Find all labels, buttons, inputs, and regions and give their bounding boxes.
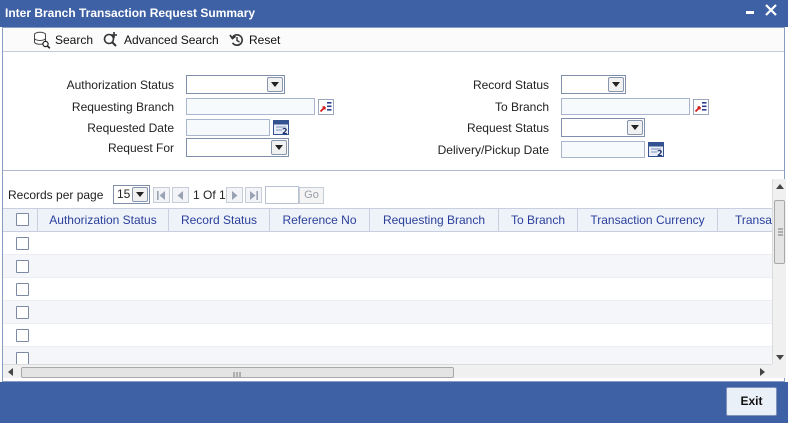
first-page-icon	[157, 191, 165, 200]
chevron-down-icon	[267, 77, 283, 92]
scroll-down-icon[interactable]	[776, 355, 784, 360]
requesting-branch-label: Requesting Branch	[71, 100, 174, 114]
chevron-down-icon	[608, 77, 624, 92]
reset-button[interactable]: Reset	[229, 31, 280, 49]
scrollbar-corner	[772, 364, 786, 378]
chevron-down-icon	[132, 187, 148, 202]
exit-button[interactable]: Exit	[726, 387, 777, 416]
chevron-down-icon	[627, 120, 643, 135]
scroll-right-icon[interactable]	[760, 368, 765, 376]
results-grid: Authorization Status Record Status Refer…	[3, 208, 772, 364]
to-branch-input[interactable]	[561, 98, 690, 115]
advanced-search-icon	[103, 32, 117, 47]
svg-text:2: 2	[282, 127, 288, 136]
table-row[interactable]	[3, 232, 772, 255]
delivery-pickup-date-calendar-icon[interactable]: 2	[648, 141, 665, 158]
table-row[interactable]	[3, 278, 772, 301]
requested-date-input[interactable]	[186, 119, 270, 136]
column-header-authorization-status[interactable]: Authorization Status	[38, 209, 169, 231]
row-checkbox[interactable]	[16, 237, 29, 250]
records-per-page-select[interactable]: 15	[113, 185, 150, 204]
row-checkbox[interactable]	[16, 329, 29, 342]
reset-icon	[229, 34, 243, 47]
reset-label: Reset	[249, 33, 281, 47]
delivery-pickup-date-label: Delivery/Pickup Date	[437, 143, 549, 157]
record-status-label: Record Status	[472, 78, 549, 92]
main-panel: Search Advanced Search Reset Authorizati…	[2, 27, 786, 382]
minimize-icon[interactable]	[741, 3, 759, 20]
select-all-checkbox[interactable]	[16, 213, 29, 226]
request-status-select[interactable]	[561, 118, 645, 137]
requested-date-label: Requested Date	[87, 121, 174, 135]
advanced-search-button[interactable]: Advanced Search	[102, 31, 219, 49]
next-page-icon	[232, 191, 238, 200]
page-info: 1 Of 1	[193, 188, 226, 202]
row-checkbox[interactable]	[16, 352, 29, 364]
delivery-pickup-date-input[interactable]	[561, 141, 645, 158]
footer-bar: Exit	[0, 382, 788, 423]
chevron-down-icon	[271, 140, 287, 155]
database-search-icon	[34, 31, 51, 49]
vertical-scrollbar[interactable]	[772, 179, 786, 364]
horizontal-scrollbar[interactable]	[3, 364, 772, 378]
horizontal-scroll-thumb[interactable]	[21, 367, 454, 378]
toolbar: Search Advanced Search Reset	[3, 28, 784, 52]
table-row[interactable]	[3, 324, 772, 347]
column-header-transaction-truncated[interactable]: Transa	[718, 209, 772, 231]
last-page-icon	[250, 191, 258, 200]
title-bar: Inter Branch Transaction Request Summary	[0, 0, 788, 27]
request-status-label: Request Status	[466, 121, 549, 135]
goto-page-input[interactable]	[265, 186, 299, 204]
column-header-to-branch[interactable]: To Branch	[499, 209, 578, 231]
vertical-scroll-thumb[interactable]	[774, 200, 785, 264]
authorization-status-label: Authorization Status	[66, 78, 174, 92]
select-all-cell	[3, 209, 38, 231]
row-checkbox[interactable]	[16, 283, 29, 296]
to-branch-lov-icon[interactable]	[693, 99, 709, 115]
pager: Records per page 15 1 Of 1 Go	[3, 184, 784, 208]
previous-page-icon	[177, 191, 183, 200]
record-status-select[interactable]	[561, 75, 626, 94]
column-header-requesting-branch[interactable]: Requesting Branch	[370, 209, 499, 231]
search-form: Authorization Status Requesting Branch R…	[3, 53, 784, 171]
table-row[interactable]	[3, 255, 772, 278]
go-button[interactable]: Go	[299, 187, 324, 204]
column-header-transaction-currency[interactable]: Transaction Currency	[578, 209, 718, 231]
requesting-branch-lov-icon[interactable]	[318, 99, 334, 115]
column-header-reference-no[interactable]: Reference No	[270, 209, 370, 231]
search-button[interactable]: Search	[33, 31, 93, 49]
last-page-button[interactable]	[245, 187, 262, 203]
svg-text:2: 2	[657, 149, 663, 158]
scroll-left-icon[interactable]	[8, 368, 13, 376]
search-label: Search	[55, 33, 94, 47]
next-page-button[interactable]	[226, 187, 243, 203]
window-title: Inter Branch Transaction Request Summary	[5, 6, 256, 20]
grid-header: Authorization Status Record Status Refer…	[3, 208, 772, 232]
authorization-status-select[interactable]	[186, 75, 285, 94]
requested-date-calendar-icon[interactable]: 2	[273, 119, 290, 136]
scroll-up-icon[interactable]	[776, 184, 784, 189]
requesting-branch-input[interactable]	[186, 98, 315, 115]
table-row[interactable]	[3, 301, 772, 324]
request-for-label: Request For	[107, 141, 174, 155]
records-per-page-value: 15	[117, 187, 131, 201]
row-checkbox[interactable]	[16, 306, 29, 319]
row-checkbox[interactable]	[16, 260, 29, 273]
request-for-select[interactable]	[186, 138, 289, 157]
to-branch-label: To Branch	[494, 100, 549, 114]
table-row[interactable]	[3, 347, 772, 364]
advanced-search-label: Advanced Search	[124, 33, 219, 47]
records-per-page-label: Records per page	[8, 188, 104, 202]
close-icon[interactable]	[762, 1, 780, 21]
previous-page-button[interactable]	[172, 187, 189, 203]
first-page-button[interactable]	[153, 187, 170, 203]
column-header-record-status[interactable]: Record Status	[169, 209, 270, 231]
